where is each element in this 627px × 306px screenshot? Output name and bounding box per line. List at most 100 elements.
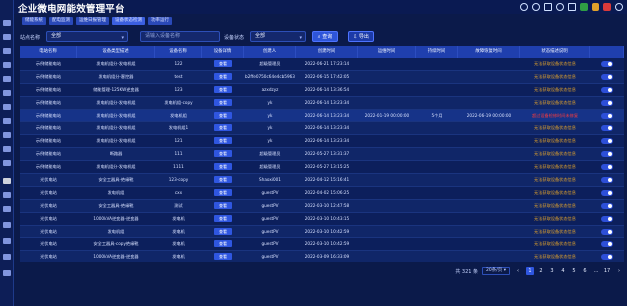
enable-toggle[interactable] xyxy=(601,86,613,93)
sidebar-doc-icon[interactable] xyxy=(3,192,11,198)
table-row[interactable]: 示例储能电站 发电机组分-发电机组 121 查看 yk 2022-06-14 13:23:… xyxy=(20,135,624,149)
view-button[interactable]: 查看 xyxy=(214,163,232,171)
cell-name: 发电机 xyxy=(172,228,185,234)
table-row[interactable]: 示例储能电站 发电机组分-发电机组 1111 查看 超级管理员 2022-05-27 13… xyxy=(20,161,624,175)
view-button[interactable]: 查看 xyxy=(214,150,232,158)
enable-toggle[interactable] xyxy=(601,151,613,158)
view-button[interactable]: 查看 xyxy=(214,111,232,119)
page-number[interactable]: 2 xyxy=(537,267,545,275)
page-number[interactable]: 5 xyxy=(570,267,578,275)
table-row[interactable]: 示例储能电站 发电机组分-发电机组 发电机组1 查看 yk 2022-06-14 13:2… xyxy=(20,122,624,136)
view-button[interactable]: 查看 xyxy=(214,98,232,106)
sidebar-home-icon[interactable] xyxy=(3,20,11,26)
enable-toggle[interactable] xyxy=(601,215,613,222)
theme-icon[interactable] xyxy=(556,3,565,11)
view-button[interactable]: 查看 xyxy=(214,253,232,261)
sidebar-list-icon[interactable] xyxy=(3,160,11,166)
search-button[interactable]: ⌕ 查询 xyxy=(312,31,338,42)
view-button[interactable]: 查看 xyxy=(214,240,232,248)
tag-device-status[interactable]: 设备状态检测 xyxy=(112,16,145,25)
enable-toggle[interactable] xyxy=(601,241,613,248)
view-button[interactable]: 查看 xyxy=(214,124,232,132)
sidebar-calendar-icon[interactable] xyxy=(3,238,11,244)
prev-page-button[interactable]: ‹ xyxy=(514,267,522,275)
sidebar-check-icon[interactable] xyxy=(3,254,11,260)
tag-storage[interactable]: 储能系统 xyxy=(22,16,46,25)
table-row[interactable]: 示例储能电站 发电机组分-发电机组 122 查看 超级管理员 2022-06-21 17:… xyxy=(20,58,624,71)
sidebar-report-icon[interactable] xyxy=(3,76,11,82)
view-button[interactable]: 查看 xyxy=(214,188,232,196)
view-button[interactable]: 查看 xyxy=(214,176,232,184)
table-row[interactable]: 光伏电站 安全工器具-绝缘靴 123-copy 查看 Shaoxi001 2022-04-… xyxy=(20,174,624,187)
table-row[interactable]: 光伏电站 发电机组 cxx 查看 guestPV 2022-04-02 15:06:25 无… xyxy=(20,186,624,200)
sidebar-ops-icon[interactable] xyxy=(3,178,11,184)
table-row[interactable]: 示例储能电站 发电机组分-发电机组 发电机组 查看 yk 2022-06-14 13:23… xyxy=(20,109,624,123)
view-button[interactable]: 查看 xyxy=(214,85,232,93)
status-badge-orange[interactable] xyxy=(591,3,600,11)
fullscreen-icon[interactable] xyxy=(544,3,553,11)
status-select[interactable]: 全部 ▾ xyxy=(250,31,306,42)
view-button[interactable]: 查看 xyxy=(214,214,232,222)
table-row[interactable]: 光伏电站 发电机组 发电机 查看 guestPV 2022-03-10 10:42:59 无… xyxy=(20,225,624,239)
sidebar-tool-icon[interactable] xyxy=(3,146,11,152)
enable-toggle[interactable] xyxy=(601,112,613,119)
view-button[interactable]: 查看 xyxy=(214,72,232,80)
globe-icon[interactable] xyxy=(520,3,529,11)
sidebar-map-icon[interactable] xyxy=(3,118,11,124)
refresh-icon[interactable] xyxy=(532,3,541,11)
enable-toggle[interactable] xyxy=(601,125,613,132)
user-icon[interactable] xyxy=(568,3,577,11)
sidebar-energy-icon[interactable] xyxy=(3,62,11,68)
enable-toggle[interactable] xyxy=(601,73,613,80)
cell-ops xyxy=(358,174,416,186)
page-number[interactable]: ... xyxy=(592,267,600,275)
tag-daily[interactable]: 运维日报管理 xyxy=(76,16,109,25)
enable-toggle[interactable] xyxy=(601,164,613,171)
page-number[interactable]: 3 xyxy=(548,267,556,275)
sidebar-edit-icon[interactable] xyxy=(3,222,11,228)
sidebar-chart-icon[interactable] xyxy=(3,90,11,96)
avatar[interactable] xyxy=(615,3,623,11)
status-badge-green[interactable] xyxy=(580,3,588,11)
view-button[interactable]: 查看 xyxy=(214,60,232,67)
view-button[interactable]: 查看 xyxy=(214,227,232,235)
table-row[interactable]: 示例储能电站 发电机组分-客控器 test 查看 b2ffe0750c64e4cb596… xyxy=(20,70,624,84)
table-row[interactable]: 光伏电站 1000kVA逆变器-逆变器 发电机 查看 guestPV 2022-03-09… xyxy=(20,251,624,262)
sidebar-alarm-icon[interactable] xyxy=(3,104,11,110)
table-row[interactable]: 示例储能电站 断路器 111 查看 超级管理员 2022-05-27 13:31:37 无法… xyxy=(20,148,624,162)
cell-recov xyxy=(458,97,520,109)
sidebar-power-icon[interactable] xyxy=(3,48,11,54)
sidebar-device-icon[interactable] xyxy=(3,132,11,138)
table-row[interactable]: 示例储能电站 储能管理-125KW逆变器 123 查看 azxdzyz 2022-06-1… xyxy=(20,83,624,97)
page-number[interactable]: 4 xyxy=(559,267,567,275)
enable-toggle[interactable] xyxy=(601,254,613,261)
enable-toggle[interactable] xyxy=(601,228,613,235)
next-page-button[interactable]: › xyxy=(615,267,623,275)
table-row[interactable]: 光伏电站 1000kVA逆变器-逆变器 发电机 查看 guestPV 2022-03-10… xyxy=(20,212,624,226)
view-button[interactable]: 查看 xyxy=(214,201,232,209)
page-size-select[interactable]: 20条/页 ▾ xyxy=(482,267,510,275)
table-row[interactable]: 示例储能电站 发电机组分-发电机组 发电机组-copy 查看 yk 2022-06-14 … xyxy=(20,96,624,110)
tag-power[interactable]: 功率运行 xyxy=(148,16,172,25)
device-name-input[interactable]: 请输入设备名称 xyxy=(140,31,220,42)
cell-dur xyxy=(416,174,458,186)
enable-toggle[interactable] xyxy=(601,202,613,209)
table-row[interactable]: 光伏电站 安全工器具-绝缘靴 测试 查看 guestPV 2022-03-10 12:47… xyxy=(20,199,624,213)
sidebar-monitor-icon[interactable] xyxy=(3,34,11,40)
view-button[interactable]: 查看 xyxy=(214,137,232,145)
sidebar-settings-icon[interactable] xyxy=(3,270,11,276)
enable-toggle[interactable] xyxy=(601,99,613,106)
page-number[interactable]: 1 xyxy=(526,267,534,275)
table-row[interactable]: 光伏电站 安全工器具-copy绝缘靴 发电机 查看 guestPV 2022-03-10 … xyxy=(20,238,624,252)
site-select[interactable]: 全部 ▾ xyxy=(46,31,128,42)
enable-toggle[interactable] xyxy=(601,177,613,184)
page-number[interactable]: 6 xyxy=(581,267,589,275)
enable-toggle[interactable] xyxy=(601,189,613,196)
tag-monitor[interactable]: 配电监测 xyxy=(49,16,73,25)
sidebar-user-icon[interactable] xyxy=(3,206,11,212)
status-badge-red[interactable] xyxy=(603,3,611,11)
export-button[interactable]: ⇩ 导出 xyxy=(348,31,374,42)
page-number[interactable]: 17 xyxy=(603,267,611,275)
enable-toggle[interactable] xyxy=(601,61,613,67)
enable-toggle[interactable] xyxy=(601,138,613,145)
